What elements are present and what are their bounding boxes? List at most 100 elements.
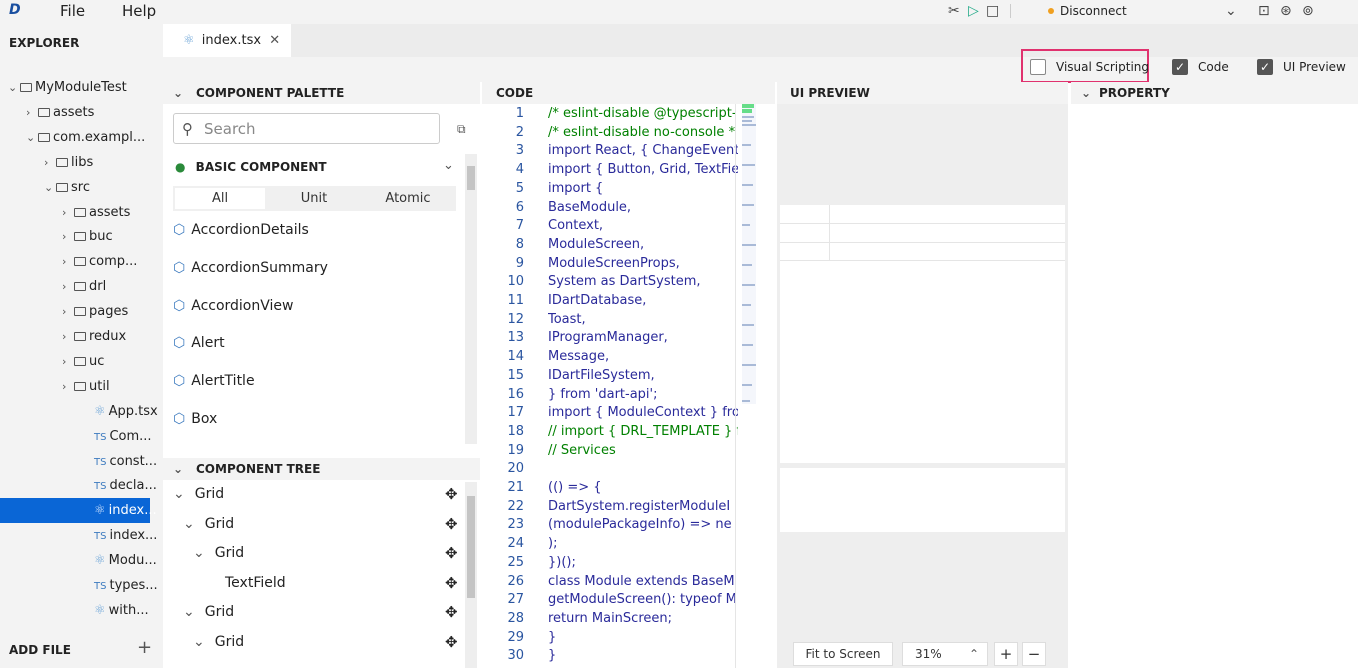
explorer-item[interactable]: ⚛ App.tsx — [0, 399, 158, 424]
palette-component[interactable]: ⬡ Alert — [173, 335, 225, 351]
move-handle-icon[interactable]: ✥ — [445, 544, 458, 562]
code-line[interactable]: (() => { — [548, 480, 738, 495]
code-line[interactable]: BaseModule, — [548, 200, 738, 215]
chevron-up-icon[interactable]: ⌃ — [969, 643, 979, 665]
palette-component[interactable]: ⬡ Box — [173, 411, 217, 427]
device-icon[interactable]: ⊡ — [1258, 3, 1270, 19]
tools-icon[interactable]: ✂ — [948, 3, 960, 19]
explorer-item[interactable]: › drl — [0, 274, 150, 299]
palette-component[interactable]: ⬡ AccordionSummary — [173, 260, 328, 276]
explorer-item[interactable]: ⌄ MyModuleTest — [0, 75, 150, 100]
code-line[interactable]: getModuleScreen(): typeof M — [548, 592, 738, 607]
popout-icon[interactable]: ⧉ — [457, 122, 466, 137]
add-file-button[interactable]: + — [137, 637, 152, 658]
code-line[interactable]: Message, — [548, 349, 738, 364]
explorer-item[interactable]: TS decla... — [0, 473, 157, 498]
code-line[interactable]: IDartDatabase, — [548, 293, 738, 308]
explorer-item[interactable]: TS index... — [0, 523, 157, 548]
code-line[interactable]: })(); — [548, 555, 738, 570]
chevron-down-icon[interactable]: ⌄ — [183, 516, 195, 532]
palette-scrollbar[interactable] — [465, 154, 477, 444]
move-handle-icon[interactable]: ✥ — [445, 633, 458, 651]
palette-component[interactable]: ⬡ AccordionDetails — [173, 222, 309, 238]
tree-node[interactable]: ⌄ Grid — [183, 604, 234, 620]
code-line[interactable]: IProgramManager, — [548, 330, 738, 345]
fit-to-screen-button[interactable]: Fit to Screen — [793, 642, 893, 666]
scroll-thumb[interactable] — [467, 166, 475, 190]
code-line[interactable]: ); — [548, 536, 738, 551]
tree-node[interactable]: ⌄ Grid — [173, 486, 224, 502]
tree-scrollbar[interactable] — [465, 482, 477, 668]
explorer-item[interactable]: › buc — [0, 224, 150, 249]
code-line[interactable]: } — [548, 648, 738, 663]
explorer-item[interactable]: › redux — [0, 324, 150, 349]
code-line[interactable]: import { ModuleContext } fro — [548, 405, 738, 420]
stop-icon[interactable]: □ — [986, 3, 999, 19]
tree-node[interactable]: TextField — [225, 575, 286, 591]
close-icon[interactable]: ✕ — [269, 33, 280, 48]
menu-file[interactable]: File — [60, 2, 85, 20]
palette-component[interactable]: ⬡ AccordionView — [173, 298, 293, 314]
chevron-down-icon[interactable]: ⌄ — [8, 75, 20, 100]
explorer-item[interactable]: › libs — [0, 150, 150, 175]
code-line[interactable]: ModuleScreenProps, — [548, 256, 738, 271]
explorer-item[interactable]: › comp... — [0, 249, 150, 274]
chevron-right-icon[interactable]: › — [62, 299, 74, 324]
tree-node[interactable]: ⌄ Grid — [193, 634, 244, 650]
code-line[interactable]: return MainScreen; — [548, 611, 738, 626]
code-line[interactable]: ModuleScreen, — [548, 237, 738, 252]
code-line[interactable]: // Services — [548, 443, 738, 458]
explorer-item[interactable]: ⌄ com.exampl... — [0, 125, 150, 150]
code-line[interactable]: Toast, — [548, 312, 738, 327]
move-handle-icon[interactable]: ✥ — [445, 515, 458, 533]
explorer-item[interactable]: TS const... — [0, 449, 157, 474]
code-line[interactable]: IDartFileSystem, — [548, 368, 738, 383]
tab-index-tsx[interactable]: ⚛ index.tsx ✕ — [163, 24, 291, 57]
palette-component[interactable]: ⬡ AlertTitle — [173, 373, 255, 389]
chevron-down-icon[interactable]: ⌄ — [1225, 3, 1237, 19]
segment-atomic[interactable]: Atomic — [363, 186, 453, 211]
explorer-item[interactable]: › pages — [0, 299, 150, 324]
explorer-item[interactable]: › assets — [0, 200, 150, 225]
explorer-item[interactable]: ⚛ index... — [0, 498, 157, 524]
explorer-item[interactable]: › assets — [0, 100, 150, 125]
package-icon[interactable]: ⊛ — [1280, 3, 1292, 19]
code-line[interactable]: class Module extends BaseM — [548, 574, 738, 589]
tree-node[interactable]: ⌄ Grid — [183, 516, 234, 532]
code-line[interactable]: import { Button, Grid, TextFie — [548, 162, 738, 177]
zoom-field[interactable]: 31% ⌃ — [902, 642, 988, 666]
zoom-out-button[interactable]: − — [1022, 642, 1046, 666]
code-scrollbar[interactable] — [735, 104, 759, 668]
chevron-right-icon[interactable]: › — [62, 274, 74, 299]
scroll-thumb[interactable] — [467, 496, 475, 598]
ui-preview-checkbox[interactable]: ✓ — [1257, 59, 1273, 75]
palette-header[interactable]: ⌄ COMPONENT PALETTE — [163, 82, 480, 104]
chevron-right-icon[interactable]: › — [62, 374, 74, 399]
explorer-item[interactable]: › uc — [0, 349, 150, 374]
chevron-right-icon[interactable]: › — [62, 324, 74, 349]
chevron-right-icon[interactable]: › — [62, 200, 74, 225]
move-handle-icon[interactable]: ✥ — [445, 603, 458, 621]
chevron-down-icon[interactable]: ⌄ — [193, 634, 205, 650]
code-line[interactable]: import React, { ChangeEvent — [548, 143, 738, 158]
move-handle-icon[interactable]: ✥ — [445, 485, 458, 503]
chevron-right-icon[interactable]: › — [44, 150, 56, 175]
chevron-right-icon[interactable]: › — [62, 249, 74, 274]
menu-help[interactable]: Help — [122, 2, 156, 20]
code-line[interactable]: } — [548, 630, 738, 645]
explorer-item[interactable]: TS types... — [0, 573, 158, 598]
tree-node[interactable]: ⌄ Grid — [193, 545, 244, 561]
explorer-item[interactable]: ⚛ Modu... — [0, 548, 157, 573]
visual-scripting-checkbox[interactable] — [1030, 59, 1046, 75]
explorer-item[interactable]: › util — [0, 374, 150, 399]
code-line[interactable]: } from 'dart-api'; — [548, 387, 738, 402]
tree-header[interactable]: ⌄ COMPONENT TREE — [163, 458, 480, 480]
chevron-down-icon[interactable]: ⌄ — [26, 125, 38, 150]
chevron-down-icon[interactable]: ⌄ — [183, 604, 195, 620]
chevron-down-icon[interactable]: ⌄ — [44, 175, 56, 200]
explorer-item[interactable]: ⚛ with... — [0, 598, 150, 623]
chevron-down-icon[interactable]: ⌄ — [173, 486, 185, 502]
code-line[interactable]: /* eslint-disable no-console * — [548, 125, 738, 140]
explorer-item[interactable]: TS Com... — [0, 424, 152, 449]
basic-component-group[interactable]: ● BASIC COMPONENT — [175, 160, 327, 174]
